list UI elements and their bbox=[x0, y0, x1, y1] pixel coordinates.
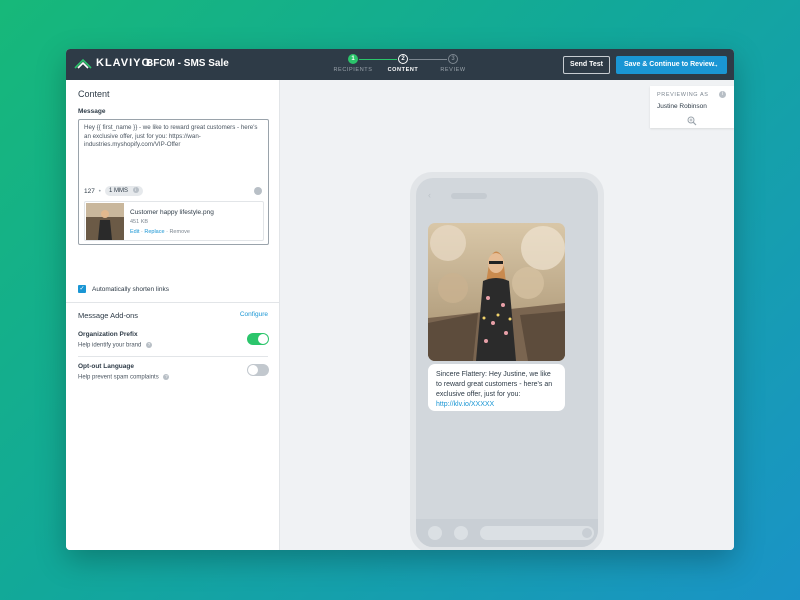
zoom-in-icon[interactable] bbox=[687, 116, 697, 126]
step-label: CONTENT bbox=[387, 67, 419, 73]
organization-prefix-toggle[interactable] bbox=[247, 333, 269, 345]
send-placeholder bbox=[582, 528, 592, 538]
media-attachment: Customer happy lifestyle.png 451 KB Edit… bbox=[84, 201, 264, 241]
replace-link[interactable]: Replace bbox=[144, 229, 164, 235]
configure-link[interactable]: Configure bbox=[240, 311, 268, 318]
remove-link[interactable]: Remove bbox=[169, 229, 189, 235]
send-test-button[interactable]: Send Test bbox=[563, 56, 610, 74]
app-window: KLAVIYO BFCM - SMS Sale 1 RECIPIENTS 2 C… bbox=[66, 49, 734, 550]
phone-screen: ‹ Sincere Flattery: Hey Justine, we like… bbox=[416, 178, 598, 547]
count-separator: • bbox=[98, 188, 101, 195]
message-textarea[interactable]: Hey {{ first_name }} - we like to reward… bbox=[84, 124, 264, 150]
info-icon[interactable]: i bbox=[132, 187, 139, 194]
step-recipients[interactable]: 1 RECIPIENTS bbox=[328, 54, 378, 73]
help-icon[interactable]: ? bbox=[163, 374, 170, 380]
phone-input-bar bbox=[416, 519, 598, 547]
step-label: REVIEW bbox=[440, 67, 466, 73]
progress-stepper: 1 RECIPIENTS 2 CONTENT 3 REVIEW bbox=[328, 54, 478, 78]
addons-title: Message Add-ons bbox=[78, 311, 139, 320]
message-editor[interactable]: Hey {{ first_name }} - we like to reward… bbox=[78, 119, 269, 245]
message-input-placeholder bbox=[480, 526, 594, 540]
mms-badge-label: 1 MMS bbox=[109, 188, 129, 194]
mms-badge: 1 MMS i bbox=[105, 186, 143, 196]
logo-text: KLAVIYO bbox=[96, 57, 152, 69]
addon-description-text: Help identify your brand bbox=[78, 342, 142, 349]
phone-mockup: ‹ Sincere Flattery: Hey Justine, we like… bbox=[410, 172, 604, 550]
check-icon[interactable]: ✓ bbox=[78, 285, 86, 293]
step-number: 3 bbox=[448, 54, 458, 64]
step-label: RECIPIENTS bbox=[333, 67, 373, 73]
attachment-name: Customer happy lifestyle.png bbox=[130, 209, 214, 216]
step-review[interactable]: 3 REVIEW bbox=[428, 54, 478, 73]
campaign-title: BFCM - SMS Sale bbox=[146, 58, 229, 69]
arrow-right-icon: → bbox=[711, 60, 719, 69]
preview-profile-name: Justine Robinson bbox=[657, 103, 707, 110]
bubble-link[interactable]: http://klv.io/XXXXX bbox=[436, 401, 494, 408]
step-number: 1 bbox=[348, 54, 358, 64]
shorten-links-row[interactable]: ✓ Automatically shorten links bbox=[78, 285, 169, 293]
klaviyo-logo-icon bbox=[74, 58, 92, 69]
edit-link[interactable]: Edit bbox=[130, 229, 139, 235]
contact-placeholder bbox=[451, 193, 487, 199]
toggle-knob bbox=[248, 365, 258, 375]
opt-out-language-toggle[interactable] bbox=[247, 364, 269, 376]
step-content[interactable]: 2 CONTENT bbox=[378, 54, 428, 73]
save-continue-button[interactable]: Save & Continue to Review → bbox=[616, 56, 727, 74]
camera-placeholder bbox=[428, 526, 442, 540]
top-bar: KLAVIYO BFCM - SMS Sale 1 RECIPIENTS 2 C… bbox=[66, 49, 734, 80]
info-icon[interactable]: i bbox=[719, 91, 726, 98]
sms-message-bubble: Sincere Flattery: Hey Justine, we like t… bbox=[428, 364, 565, 411]
toggle-knob bbox=[258, 334, 268, 344]
logo[interactable]: KLAVIYO bbox=[74, 57, 151, 69]
attachment-size: 451 KB bbox=[130, 219, 149, 225]
section-title: Content bbox=[78, 89, 110, 99]
save-continue-label: Save & Continue to Review bbox=[624, 61, 715, 68]
emoji-icon[interactable] bbox=[254, 187, 262, 195]
character-count: 127 • bbox=[84, 188, 101, 195]
char-count-value: 127 bbox=[84, 188, 95, 195]
addon-description: Help prevent spam complaints ? bbox=[78, 374, 170, 381]
mms-image bbox=[428, 223, 565, 361]
back-chevron-icon: ‹ bbox=[428, 190, 431, 200]
divider bbox=[66, 302, 280, 303]
addon-description: Help identify your brand ? bbox=[78, 342, 153, 349]
help-icon[interactable]: ? bbox=[146, 342, 153, 348]
addon-name: Organization Prefix bbox=[78, 331, 138, 338]
step-number: 2 bbox=[398, 54, 408, 64]
divider bbox=[78, 356, 268, 357]
message-label: Message bbox=[78, 108, 106, 115]
previewing-as-card[interactable]: PREVIEWING AS i Justine Robinson bbox=[650, 86, 734, 128]
addon-name: Opt-out Language bbox=[78, 363, 134, 370]
attachment-thumbnail bbox=[86, 203, 124, 240]
previewing-as-label: PREVIEWING AS bbox=[657, 92, 709, 98]
preview-pane: PREVIEWING AS i Justine Robinson ‹ Since… bbox=[280, 80, 734, 550]
content-panel: Content Message Hey {{ first_name }} - w… bbox=[66, 80, 280, 550]
apps-placeholder bbox=[454, 526, 468, 540]
addon-description-text: Help prevent spam complaints bbox=[78, 374, 159, 381]
shorten-links-label: Automatically shorten links bbox=[92, 285, 169, 293]
bubble-text: Sincere Flattery: Hey Justine, we like t… bbox=[436, 371, 553, 398]
attachment-actions: Edit · Replace · Remove bbox=[130, 229, 190, 235]
